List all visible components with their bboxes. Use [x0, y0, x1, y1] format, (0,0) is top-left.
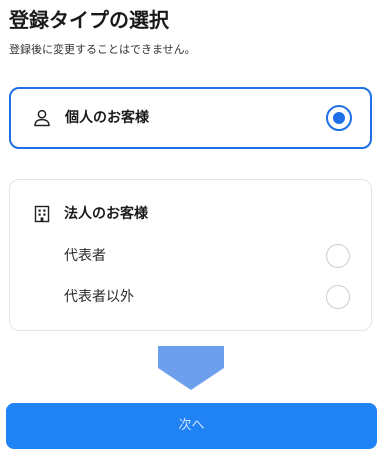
corporate-option-heading: 法人のお客様 [64, 206, 148, 222]
building-icon [34, 205, 50, 223]
representative-radio[interactable] [326, 244, 350, 268]
registration-type-page: 登録タイプの選択 登録後に変更することはできません。 個人のお客様 法人のお客様 [0, 0, 383, 461]
radio-selected-dot [333, 112, 345, 124]
corporate-option-representative[interactable]: 代表者 [10, 241, 371, 271]
individual-option-card[interactable]: 個人のお客様 [9, 87, 372, 149]
page-subtitle: 登録後に変更することはできません。 [9, 43, 196, 56]
non-representative-label: 代表者以外 [64, 289, 134, 305]
individual-option-label: 個人のお客様 [65, 110, 149, 126]
arrow-down-icon [158, 346, 224, 390]
individual-radio[interactable] [326, 105, 352, 131]
next-button[interactable]: 次へ [6, 403, 377, 449]
non-representative-radio[interactable] [326, 285, 350, 309]
representative-label: 代表者 [64, 248, 106, 264]
person-icon [33, 109, 51, 127]
page-title: 登録タイプの選択 [9, 8, 169, 32]
corporate-option-card: 法人のお客様 代表者 代表者以外 [9, 179, 372, 331]
corporate-option-non-representative[interactable]: 代表者以外 [10, 282, 371, 312]
